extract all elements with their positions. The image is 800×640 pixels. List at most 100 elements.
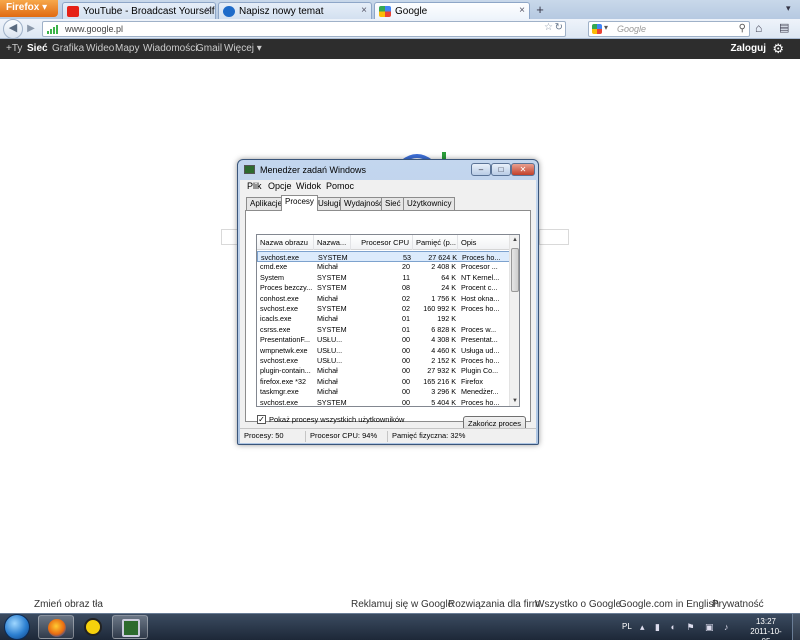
table-cell: USŁU... [317, 345, 343, 355]
table-row[interactable]: csrss.exe SYSTEM 01 6 828 K Proces w... [257, 324, 510, 335]
gbar-link-maps[interactable]: Mapy [115, 43, 139, 54]
show-desktop-button[interactable] [792, 614, 800, 640]
taskbar-task-manager[interactable] [112, 615, 148, 639]
minimize-button[interactable]: – [471, 163, 491, 176]
table-row[interactable]: svchost.exe USŁU... 00 2 152 K Proces ho... [257, 355, 510, 366]
table-cell: SYSTEM [317, 283, 347, 293]
table-cell: Procent c... [461, 283, 498, 293]
gear-icon[interactable]: ⚙ [772, 41, 784, 57]
tab-google[interactable]: Google × [374, 2, 530, 19]
table-row[interactable]: wmpnetwk.exe USŁU... 00 4 460 K Usługa ud... [257, 345, 510, 356]
close-tab-icon[interactable]: × [205, 5, 211, 16]
search-engine-icon[interactable] [592, 24, 602, 34]
tab-napisz[interactable]: Napisz nowy temat × [218, 2, 372, 19]
footer-link-privacy[interactable]: Prywatność [712, 599, 764, 610]
show-all-processes-checkbox[interactable]: ✓ [257, 415, 266, 424]
process-list[interactable]: Nazwa obrazu Nazwa... Procesor CPU Pamię… [256, 234, 520, 407]
table-row[interactable]: svchost.exe SYSTEM 53 27 624 K Proces ho... [257, 251, 510, 262]
start-button[interactable] [4, 614, 30, 640]
reload-icon[interactable]: ↻ [555, 22, 563, 33]
menu-file[interactable]: Plik [247, 181, 262, 191]
footer-link-english[interactable]: Google.com in English [619, 599, 719, 610]
new-tab-button[interactable]: + [533, 3, 547, 17]
login-link[interactable]: Zaloguj [730, 43, 766, 54]
table-row[interactable]: icacls.exe Michał 01 192 K [257, 313, 510, 324]
menu-view[interactable]: Widok [296, 181, 321, 191]
gbar-link-gmail[interactable]: Gmail [196, 43, 222, 54]
table-cell: Usługa ud... [461, 345, 500, 355]
table-cell: 2 408 K [431, 262, 456, 272]
tab-network[interactable]: Sieć [381, 197, 405, 210]
url-bar[interactable]: www.google.pl ☆ ↻ [42, 21, 566, 37]
table-cell: USŁU... [317, 335, 343, 345]
footer-link-ads[interactable]: Reklamuj się w Google [351, 599, 453, 610]
bookmarks-menu-icon[interactable]: ▤ [779, 21, 789, 34]
bookmark-star-icon[interactable]: ☆ [544, 22, 553, 33]
table-row[interactable]: plugin-contain... Michał 00 27 932 K Plugin … [257, 365, 510, 376]
site-identity-icon[interactable] [47, 25, 59, 34]
gbar-link-web[interactable]: Sieć [27, 43, 48, 54]
chevron-down-icon[interactable]: ▾ [604, 23, 608, 32]
back-button[interactable]: ◀ [3, 19, 23, 39]
column-user-name[interactable]: Nazwa... [314, 235, 351, 250]
table-row[interactable]: cmd.exe Michał 20 2 408 K Procesor ... [257, 261, 510, 272]
scroll-down-arrow[interactable]: ▼ [510, 396, 519, 406]
home-icon[interactable]: ⌂ [755, 21, 762, 35]
menu-options[interactable]: Opcje [268, 181, 292, 191]
search-placeholder: Google [617, 24, 647, 34]
tab-youtube[interactable]: YouTube - Broadcast Yourself. × [62, 2, 216, 19]
table-row[interactable]: taskmgr.exe Michał 00 3 296 K Menedżer... [257, 386, 510, 397]
firefox-menu-button[interactable]: Firefox ▾ [0, 0, 58, 17]
table-row[interactable]: PresentationF... USŁU... 00 4 308 K Presenta… [257, 334, 510, 345]
scroll-up-arrow[interactable]: ▲ [510, 235, 519, 245]
process-list-scrollbar[interactable]: ▲ ▼ [509, 235, 519, 406]
status-cpu-usage: Procesor CPU: 94% [306, 431, 388, 442]
tab-performance[interactable]: Wydajność [340, 197, 388, 210]
tray-icons[interactable]: ▴ ▮ ◐ ⚑ ▣ ♪ [640, 622, 732, 633]
footer-link-about[interactable]: Wszystko o Google [535, 599, 621, 610]
table-cell: Host okna... [461, 293, 500, 303]
ie-page-icon [223, 6, 235, 17]
table-row[interactable]: svchost.exe SYSTEM 02 160 992 K Proces ho... [257, 303, 510, 314]
taskbar-firefox[interactable] [38, 615, 74, 639]
show-all-processes-label[interactable]: Pokaż procesy wszystkich użytkowników [269, 415, 404, 424]
table-row[interactable]: firefox.exe *32 Michał 00 165 216 K Firefox [257, 376, 510, 387]
column-description[interactable]: Opis [458, 235, 510, 250]
table-cell: taskmgr.exe [260, 387, 299, 397]
table-row[interactable]: Proces bezczy... SYSTEM 08 24 K Procent c... [257, 282, 510, 293]
table-cell: Proces ho... [461, 356, 500, 365]
table-cell: Michał [317, 293, 338, 303]
column-image-name[interactable]: Nazwa obrazu [257, 235, 314, 250]
list-all-tabs-icon[interactable]: ▾ [786, 3, 791, 14]
tab-users[interactable]: Użytkownicy [403, 197, 456, 210]
close-button[interactable]: ✕ [511, 163, 535, 176]
column-memory[interactable]: Pamięć (p... [413, 235, 458, 250]
tab-processes[interactable]: Procesy [281, 195, 318, 211]
clock[interactable]: 13:27 2011-10-05 [746, 617, 786, 640]
table-row[interactable]: System SYSTEM 11 64 K NT Kernel... [257, 272, 510, 283]
table-row[interactable]: conhost.exe Michał 02 1 756 K Host okna... [257, 293, 510, 304]
gbar-link-images[interactable]: Grafika [52, 43, 84, 54]
forward-button[interactable]: ▶ [24, 22, 38, 36]
google-search-button[interactable] [539, 229, 569, 245]
gbar-link-news[interactable]: Wiadomości [143, 43, 197, 54]
table-cell: Proces ho... [461, 304, 500, 313]
tab-applications[interactable]: Aplikacje [246, 197, 287, 210]
gbar-link-video[interactable]: Wideo [86, 43, 114, 54]
language-indicator[interactable]: PL [622, 622, 632, 631]
close-tab-icon[interactable]: × [519, 5, 525, 16]
menu-help[interactable]: Pomoc [326, 181, 354, 191]
table-row[interactable]: svchost.exe SYSTEM 00 5 404 K Proces ho... [257, 397, 510, 406]
footer-link-business[interactable]: Rozwiązania dla firm [448, 599, 540, 610]
column-cpu[interactable]: Procesor CPU [351, 235, 413, 250]
scroll-thumb[interactable] [511, 248, 519, 292]
gbar-link-more[interactable]: Więcej ▾ [224, 43, 262, 54]
change-background-link[interactable]: Zmień obraz tła [34, 599, 103, 610]
search-bar[interactable]: ▾ Google ⚲ [588, 21, 750, 37]
taskbar-radiation-app[interactable] [75, 615, 111, 639]
search-icon[interactable]: ⚲ [739, 23, 746, 34]
processes-panel: Nazwa obrazu Nazwa... Procesor CPU Pamię… [245, 210, 531, 431]
close-tab-icon[interactable]: × [361, 5, 367, 16]
maximize-button[interactable]: □ [491, 163, 511, 176]
gbar-link-plus[interactable]: +Ty [6, 43, 22, 54]
